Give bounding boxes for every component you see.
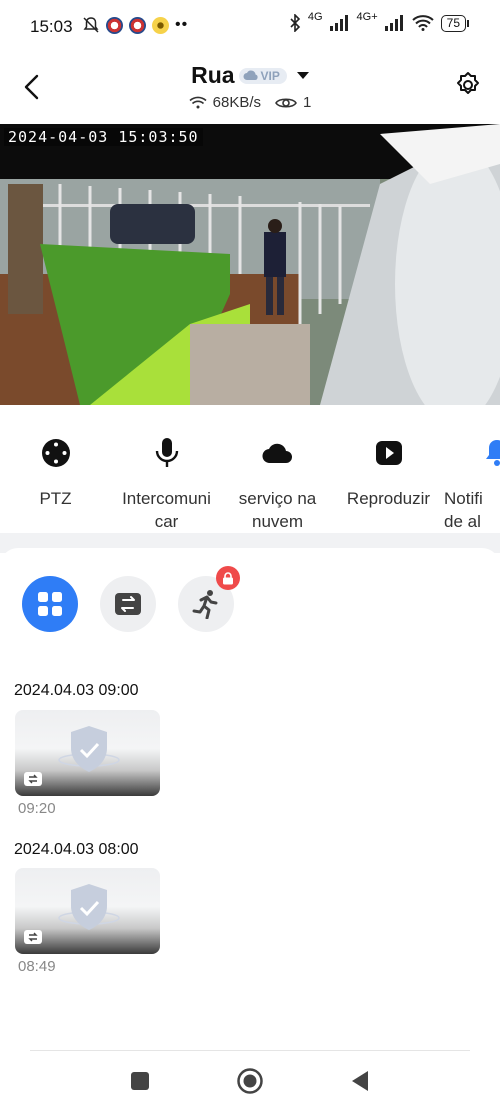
battery-indicator: 75 bbox=[440, 14, 470, 32]
app-notification-icon bbox=[106, 16, 123, 34]
vip-label: VIP bbox=[260, 68, 280, 83]
live-video[interactable]: 2024-04-03 15:03:50 bbox=[0, 124, 500, 405]
signal-icon bbox=[329, 15, 348, 31]
action-ptz[interactable]: PTZ bbox=[0, 405, 111, 533]
status-notification-icons: •• bbox=[82, 16, 188, 34]
event-panel: 2024.04.03 09:00 09:20 2024.04.03 08:00 … bbox=[0, 548, 500, 1111]
cloud-icon bbox=[261, 443, 292, 464]
network-label-2: 4G+ bbox=[356, 11, 378, 23]
action-intercom[interactable]: Intercomuni car bbox=[111, 405, 222, 533]
bell-icon bbox=[486, 440, 500, 466]
event-filters bbox=[22, 566, 240, 632]
ptz-icon bbox=[41, 439, 70, 467]
play-icon bbox=[375, 441, 402, 465]
bitrate: 68KB/s bbox=[212, 94, 262, 111]
event-thumbnail[interactable] bbox=[15, 868, 160, 954]
event-time: 09:20 bbox=[18, 800, 56, 817]
chevron-down-icon bbox=[296, 72, 309, 79]
device-selector[interactable]: Rua VIP bbox=[0, 62, 500, 89]
swap-icon bbox=[24, 772, 42, 786]
filter-motion-switch[interactable] bbox=[100, 576, 156, 632]
recents-square-icon[interactable] bbox=[130, 1071, 150, 1091]
action-label: serviço na nuvem bbox=[238, 489, 317, 531]
wifi-icon bbox=[189, 96, 207, 109]
vip-badge: VIP bbox=[238, 67, 287, 84]
status-bar: 15:03 •• 4G 4G+ 75 bbox=[0, 0, 500, 56]
event-group-title: 2024.04.03 09:00 bbox=[14, 682, 139, 699]
swap-icon bbox=[24, 930, 42, 944]
signal-icon bbox=[384, 15, 403, 31]
wifi-icon bbox=[411, 15, 434, 31]
cloud-icon bbox=[243, 70, 258, 80]
action-label: Notifi de al bbox=[444, 489, 483, 531]
viewer-count: 1 bbox=[303, 94, 312, 111]
status-time: 15:03 bbox=[30, 17, 73, 36]
system-navigation-bar bbox=[0, 1066, 500, 1096]
more-notifications-icon: •• bbox=[175, 16, 189, 33]
stream-info: 68KB/s 1 bbox=[0, 94, 500, 111]
action-label: PTZ bbox=[39, 489, 72, 508]
video-timestamp: 2024-04-03 15:03:50 bbox=[4, 128, 203, 146]
grid-icon bbox=[38, 592, 62, 616]
lock-icon bbox=[216, 566, 240, 590]
action-alarm-notifications[interactable]: Notifi de al bbox=[444, 405, 500, 533]
swap-icon bbox=[115, 593, 141, 615]
event-thumbnail[interactable] bbox=[15, 710, 160, 796]
home-circle-icon[interactable] bbox=[236, 1067, 264, 1095]
event-group-title: 2024.04.03 08:00 bbox=[14, 841, 139, 858]
filter-all-events[interactable] bbox=[22, 576, 78, 632]
app-notification-icon bbox=[129, 16, 146, 34]
device-header: Rua VIP 68KB/s 1 bbox=[0, 58, 500, 118]
status-right: 4G 4G+ 75 bbox=[289, 11, 470, 32]
shield-placeholder-icon bbox=[58, 884, 120, 930]
camera-feed-image bbox=[0, 124, 500, 405]
bluetooth-icon bbox=[290, 14, 300, 32]
eye-icon bbox=[275, 97, 297, 108]
back-triangle-icon[interactable] bbox=[350, 1070, 370, 1092]
action-label: Intercomuni car bbox=[122, 489, 211, 531]
device-title: Rua bbox=[191, 62, 235, 88]
network-label-1: 4G bbox=[307, 11, 323, 23]
action-cloud-service[interactable]: serviço na nuvem bbox=[222, 405, 333, 533]
bell-off-icon bbox=[83, 17, 99, 33]
nav-divider bbox=[30, 1050, 470, 1051]
shield-placeholder-icon bbox=[58, 726, 120, 772]
gear-icon[interactable] bbox=[454, 71, 482, 99]
event-time: 08:49 bbox=[18, 958, 56, 975]
microphone-icon bbox=[155, 438, 178, 467]
filter-human-detection[interactable] bbox=[178, 566, 240, 632]
action-label: Reproduzir bbox=[346, 489, 431, 508]
action-playback[interactable]: Reproduzir bbox=[333, 405, 444, 533]
running-person-icon bbox=[192, 590, 218, 619]
app-notification-icon bbox=[152, 16, 169, 34]
action-row: PTZ Intercomuni car serviço na nuvem Rep… bbox=[0, 405, 500, 533]
